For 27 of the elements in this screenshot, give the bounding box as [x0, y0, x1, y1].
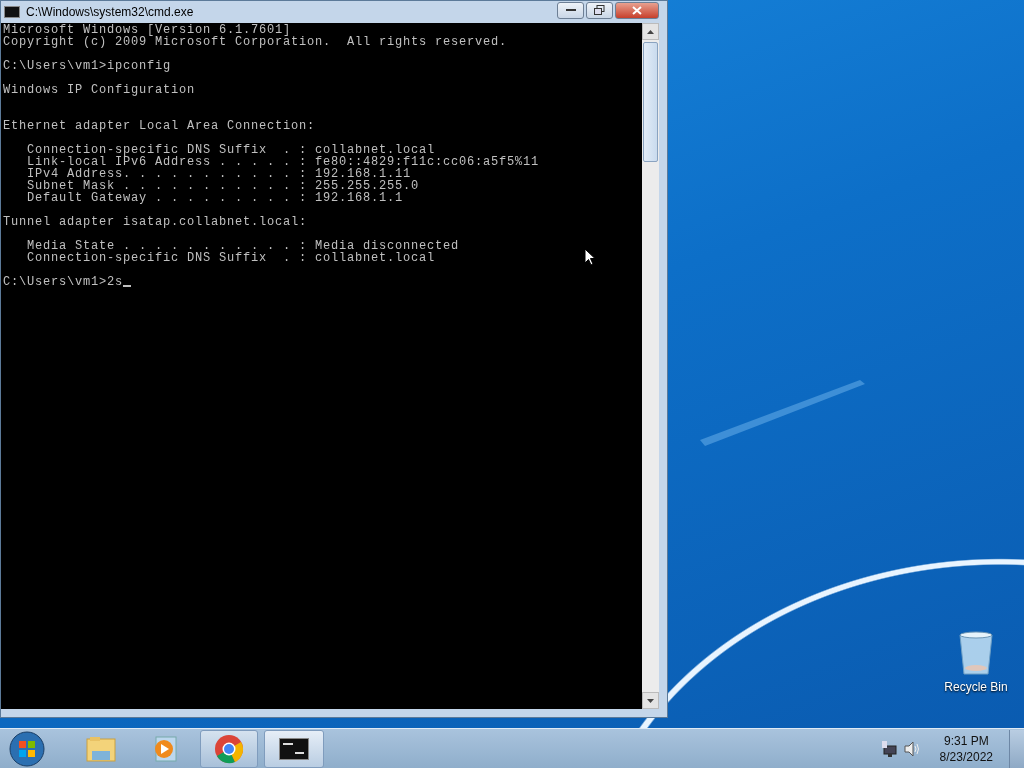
chrome-taskbar-button[interactable]: [200, 729, 258, 768]
mouse-pointer-icon: [584, 248, 596, 266]
recycle-bin-icon[interactable]: [957, 630, 995, 676]
text-cursor: [123, 285, 132, 287]
console-icon: [4, 6, 20, 18]
clock-time: 9:31 PM: [943, 732, 989, 749]
folder-icon: [85, 734, 117, 763]
network-icon[interactable]: [881, 740, 898, 757]
console-output: Microsoft Windows [Version 6.1.7601] Copyright (c) 2009 Microsoft Corporation. All rights reserved. C:\Users\vm1>ipconfig Windows IP Configuration Ethernet adapter Local Area Connection: Connection-specific DNS Suffix . : collabnet.local Link-local IPv6 Address . . . . . : fe80::4829:f11c:cc06:a5f5%11 IPv4 Address. . . . . . . . . . . : 192.168.1.11 Subnet Mask . . . . . . . . . . . : 255.255.255.0 Default Gateway . . . . . . . . . : 192.168.1.1 Tunnel adapter isatap.collabnet.local: Media State . . . . . . . . . . . : Media disconnected Connection-specific DNS Suffix . : collabnet.local: [3, 24, 540, 264]
volume-icon[interactable]: [903, 740, 920, 757]
minimize-button[interactable]: [557, 1, 584, 19]
browser-icon: [214, 733, 244, 764]
window-title: C:\Windows\system32\cmd.exe: [26, 5, 195, 19]
restore-button[interactable]: [586, 1, 613, 19]
command-prompt: C:\Users\vm1>2s: [3, 276, 124, 288]
clock-date: 8/23/2022: [939, 748, 993, 765]
cmd-taskbar-button[interactable]: [264, 729, 324, 768]
clock[interactable]: 9:31 PM 8/23/2022: [939, 732, 993, 765]
desktop-icon-label[interactable]: Recycle Bin: [944, 680, 1008, 694]
restore-icon: [594, 5, 605, 15]
console-icon: [279, 737, 309, 760]
vertical-scrollbar[interactable]: [642, 23, 659, 709]
scroll-thumb[interactable]: [643, 42, 658, 162]
close-button[interactable]: [615, 1, 659, 19]
minimize-icon: [565, 8, 576, 12]
start-button[interactable]: [8, 729, 46, 768]
close-icon: [632, 5, 642, 15]
